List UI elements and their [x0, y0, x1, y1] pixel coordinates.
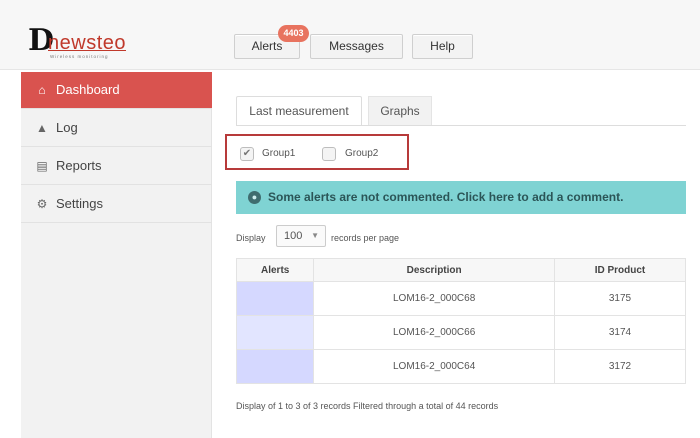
sidebar-item-settings[interactable]: ⚙ Settings [21, 186, 212, 223]
log-icon: ▲ [36, 121, 48, 135]
sidebar-item-dashboard[interactable]: ⌂ Dashboard [21, 72, 212, 109]
banner-text: Some alerts are not commented. Click her… [268, 190, 624, 204]
id-product-cell: 3175 [553, 281, 687, 316]
column-header-alerts[interactable]: Alerts [235, 258, 315, 282]
id-product-cell: 3172 [553, 349, 687, 384]
newsteo-logo[interactable]: D newsteo Wireless monitoring [28, 26, 148, 62]
description-cell: LOM16-2_000C68 [313, 281, 555, 316]
records-per-page-value: 100 [284, 230, 303, 242]
display-label: Display [236, 233, 266, 243]
alert-cell [235, 349, 315, 384]
group2-label[interactable]: Group2 [345, 147, 378, 161]
records-summary: Display of 1 to 3 of 3 records Filtered … [236, 401, 499, 411]
chevron-down-icon: ▼ [311, 231, 319, 240]
top-bar: D newsteo Wireless monitoring Alerts 440… [0, 0, 700, 70]
table-header-row: Alerts Description ID Product [235, 258, 687, 282]
table-row[interactable]: LOM16-2_000C66 3174 [235, 315, 687, 350]
table-row[interactable]: LOM16-2_000C64 3172 [235, 349, 687, 384]
measurements-table: Alerts Description ID Product LOM16-2_00… [235, 258, 687, 384]
sidebar: ⌂ Dashboard ▲ Log ▤ Reports ⚙ Settings [21, 72, 212, 438]
sidebar-item-label: Reports [56, 158, 102, 173]
group2-checkbox[interactable] [322, 147, 336, 161]
column-header-id-product[interactable]: ID Product [553, 258, 687, 282]
description-cell: LOM16-2_000C64 [313, 349, 555, 384]
tab-graphs[interactable]: Graphs [368, 96, 432, 126]
sidebar-item-label: Log [56, 120, 78, 135]
sidebar-item-label: Settings [56, 196, 103, 211]
table-row[interactable]: LOM16-2_000C68 3175 [235, 281, 687, 316]
logo-tagline: Wireless monitoring [50, 54, 109, 59]
alert-cell [235, 281, 315, 316]
settings-icon: ⚙ [36, 197, 48, 211]
sidebar-item-log[interactable]: ▲ Log [21, 110, 212, 147]
sidebar-item-reports[interactable]: ▤ Reports [21, 148, 212, 185]
description-cell: LOM16-2_000C66 [313, 315, 555, 350]
messages-button[interactable]: Messages [310, 34, 403, 59]
sidebar-item-label: Dashboard [56, 82, 120, 97]
reports-icon: ▤ [36, 159, 48, 173]
tab-last-measurement[interactable]: Last measurement [236, 96, 362, 126]
tab-divider [236, 125, 686, 126]
alert-cell [235, 315, 315, 350]
info-icon: ● [248, 191, 261, 204]
id-product-cell: 3174 [553, 315, 687, 350]
group1-checkbox[interactable]: ✔ [240, 147, 254, 161]
records-per-page-select[interactable]: 100 ▼ [276, 225, 326, 247]
records-per-page-label: records per page [331, 233, 400, 243]
logo-name: newsteo [48, 32, 126, 54]
help-button[interactable]: Help [412, 34, 473, 59]
uncommented-alerts-banner[interactable]: ● Some alerts are not commented. Click h… [236, 181, 686, 214]
home-icon: ⌂ [38, 83, 46, 97]
alerts-count-badge: 4403 [278, 25, 309, 42]
group1-label[interactable]: Group1 [262, 147, 295, 161]
column-header-description[interactable]: Description [313, 258, 555, 282]
